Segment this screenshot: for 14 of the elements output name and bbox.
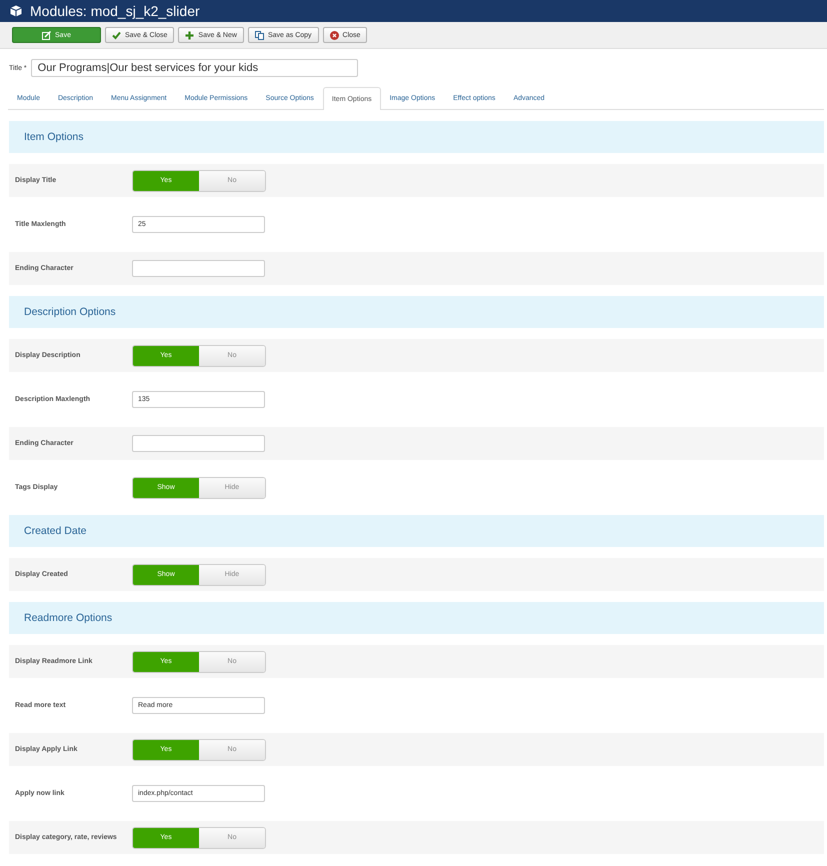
section-title: Readmore Options [24,612,112,624]
check-icon [112,30,121,40]
cube-icon [10,5,22,17]
title-field[interactable]: Our Programs|Our best services for your kids [30,59,358,77]
edit-icon [42,30,52,40]
section-title: Description Options [24,306,116,318]
input-field[interactable] [132,260,265,277]
close-icon [330,30,339,40]
section-title: Item Options [24,131,84,143]
window-title: Modules: mod_sj_k2_slider [30,3,200,19]
section-title: Created Date [24,525,86,537]
input-field[interactable] [132,435,265,452]
plus-icon [185,30,194,40]
copy-icon [254,30,264,40]
